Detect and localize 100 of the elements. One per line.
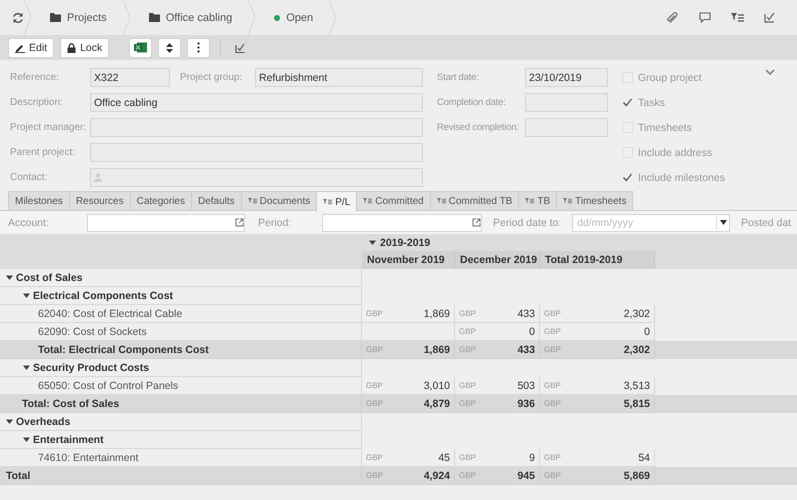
currency-code: GBP: [459, 327, 476, 336]
group-label: Security Product Costs: [33, 362, 150, 374]
dropdown-arrow-icon[interactable]: [720, 220, 726, 225]
currency-code: GBP: [544, 453, 561, 462]
column-header[interactable]: November 2019: [362, 251, 455, 269]
tab[interactable]: TB: [518, 191, 558, 210]
total-label: Total: [6, 470, 30, 482]
checkbox[interactable]: [622, 172, 633, 183]
currency-code: GBP: [459, 399, 476, 408]
checklist-icon[interactable]: [235, 42, 246, 52]
date-field[interactable]: [525, 93, 608, 112]
currency-code: GBP: [544, 381, 561, 390]
tab[interactable]: Documents: [240, 191, 318, 210]
input-field[interactable]: [87, 214, 245, 232]
currency-code: GBP: [366, 345, 383, 354]
column-header[interactable]: Total 2019-2019: [540, 251, 655, 269]
group-label: Electrical Components Cost: [33, 290, 174, 302]
tab[interactable]: Timesheets: [556, 191, 634, 210]
amount: 45: [438, 452, 450, 464]
input-field[interactable]: Office cabling: [90, 93, 423, 112]
input-field[interactable]: Refurbishment: [255, 68, 423, 87]
date-field[interactable]: 23/10/2019: [525, 68, 608, 87]
more-icon: [197, 42, 200, 53]
account-label: 65050: Cost of Control Panels: [38, 380, 178, 392]
amount: 4,879: [424, 398, 450, 410]
tab[interactable]: Committed TB: [430, 191, 520, 210]
currency-code: GBP: [459, 345, 476, 354]
filter-list-icon: [436, 198, 446, 204]
tab[interactable]: Defaults: [190, 191, 242, 210]
tab[interactable]: Committed: [356, 191, 431, 210]
checkbox-label: Group project: [638, 72, 702, 84]
caret-icon[interactable]: [23, 436, 30, 443]
field-label: Revised completion:: [437, 122, 520, 133]
currency-code: GBP: [544, 399, 561, 408]
currency-code: GBP: [544, 471, 561, 480]
sort-icon: [166, 42, 174, 52]
account-label: 62090: Cost of Sockets: [38, 326, 147, 338]
checkbox-label: Tasks: [638, 96, 665, 108]
field-label: Project group:: [180, 72, 244, 83]
currency-code: GBP: [366, 399, 383, 408]
column-header[interactable]: December 2019: [455, 251, 540, 269]
date-field[interactable]: [525, 118, 608, 137]
checkbox[interactable]: [622, 97, 633, 108]
amount: 2,302: [624, 344, 650, 356]
tab[interactable]: P/L: [316, 191, 358, 212]
more-button[interactable]: [187, 38, 210, 58]
checkbox-label: Include address: [638, 146, 712, 158]
amount: 3,010: [424, 380, 450, 392]
amount: 945: [517, 470, 535, 482]
field-label: Account:: [8, 216, 50, 228]
caret-icon[interactable]: [23, 292, 30, 299]
currency-code: GBP: [366, 309, 383, 318]
amount: 9: [529, 452, 535, 464]
tab[interactable]: Resources: [68, 191, 131, 210]
field-label: Parent project:: [10, 147, 76, 158]
spreadsheet-button[interactable]: [129, 38, 152, 58]
field-label: Project manager:: [10, 122, 88, 133]
currency-code: GBP: [459, 381, 476, 390]
field-label: Period:: [258, 216, 292, 228]
currency-code: GBP: [459, 471, 476, 480]
lock-button[interactable]: Lock: [60, 38, 110, 58]
amount: 54: [638, 452, 650, 464]
filter-list-icon: [563, 198, 572, 204]
input-field[interactable]: X322: [90, 68, 170, 87]
caret-icon[interactable]: [6, 418, 13, 425]
amount: 4,924: [424, 470, 450, 482]
total-label: Total: Cost of Sales: [22, 398, 120, 410]
field-label: Period date to:: [493, 216, 562, 228]
caret-icon[interactable]: [369, 239, 376, 246]
checklist-icon[interactable]: [764, 12, 775, 23]
caret-icon[interactable]: [23, 364, 30, 371]
breadcrumb-link[interactable]: Projects: [67, 12, 107, 24]
breadcrumb-link[interactable]: Office cabling: [166, 12, 232, 24]
input-field[interactable]: [90, 168, 423, 187]
comment-icon[interactable]: [699, 12, 711, 23]
chevron-down-icon[interactable]: [765, 69, 775, 75]
open-link-icon[interactable]: [472, 218, 481, 227]
paperclip-icon[interactable]: [666, 11, 679, 24]
amount: 433: [517, 308, 535, 320]
checkbox-label: Timesheets: [638, 122, 692, 134]
input-field[interactable]: [90, 118, 423, 137]
column-group-header[interactable]: 2019-2019: [380, 236, 430, 248]
tab[interactable]: Categories: [130, 191, 192, 210]
refresh-icon[interactable]: [12, 12, 24, 24]
tab[interactable]: Milestones: [8, 191, 70, 210]
edit-button[interactable]: Edit: [8, 38, 54, 58]
group-label: Cost of Sales: [16, 272, 83, 284]
filter-list-icon: [323, 199, 332, 205]
total-label: Total: Electrical Components Cost: [38, 344, 209, 356]
amount: 503: [517, 380, 535, 392]
open-link-icon[interactable]: [235, 218, 244, 227]
caret-icon[interactable]: [6, 274, 13, 281]
input-field[interactable]: [90, 143, 423, 162]
currency-code: GBP: [459, 309, 476, 318]
folder-icon: [50, 13, 61, 22]
sort-button[interactable]: [158, 38, 182, 58]
filter-list-icon[interactable]: [731, 12, 744, 23]
amount: 0: [644, 326, 650, 338]
input-field[interactable]: [322, 214, 482, 232]
filter-list-icon: [248, 198, 257, 204]
